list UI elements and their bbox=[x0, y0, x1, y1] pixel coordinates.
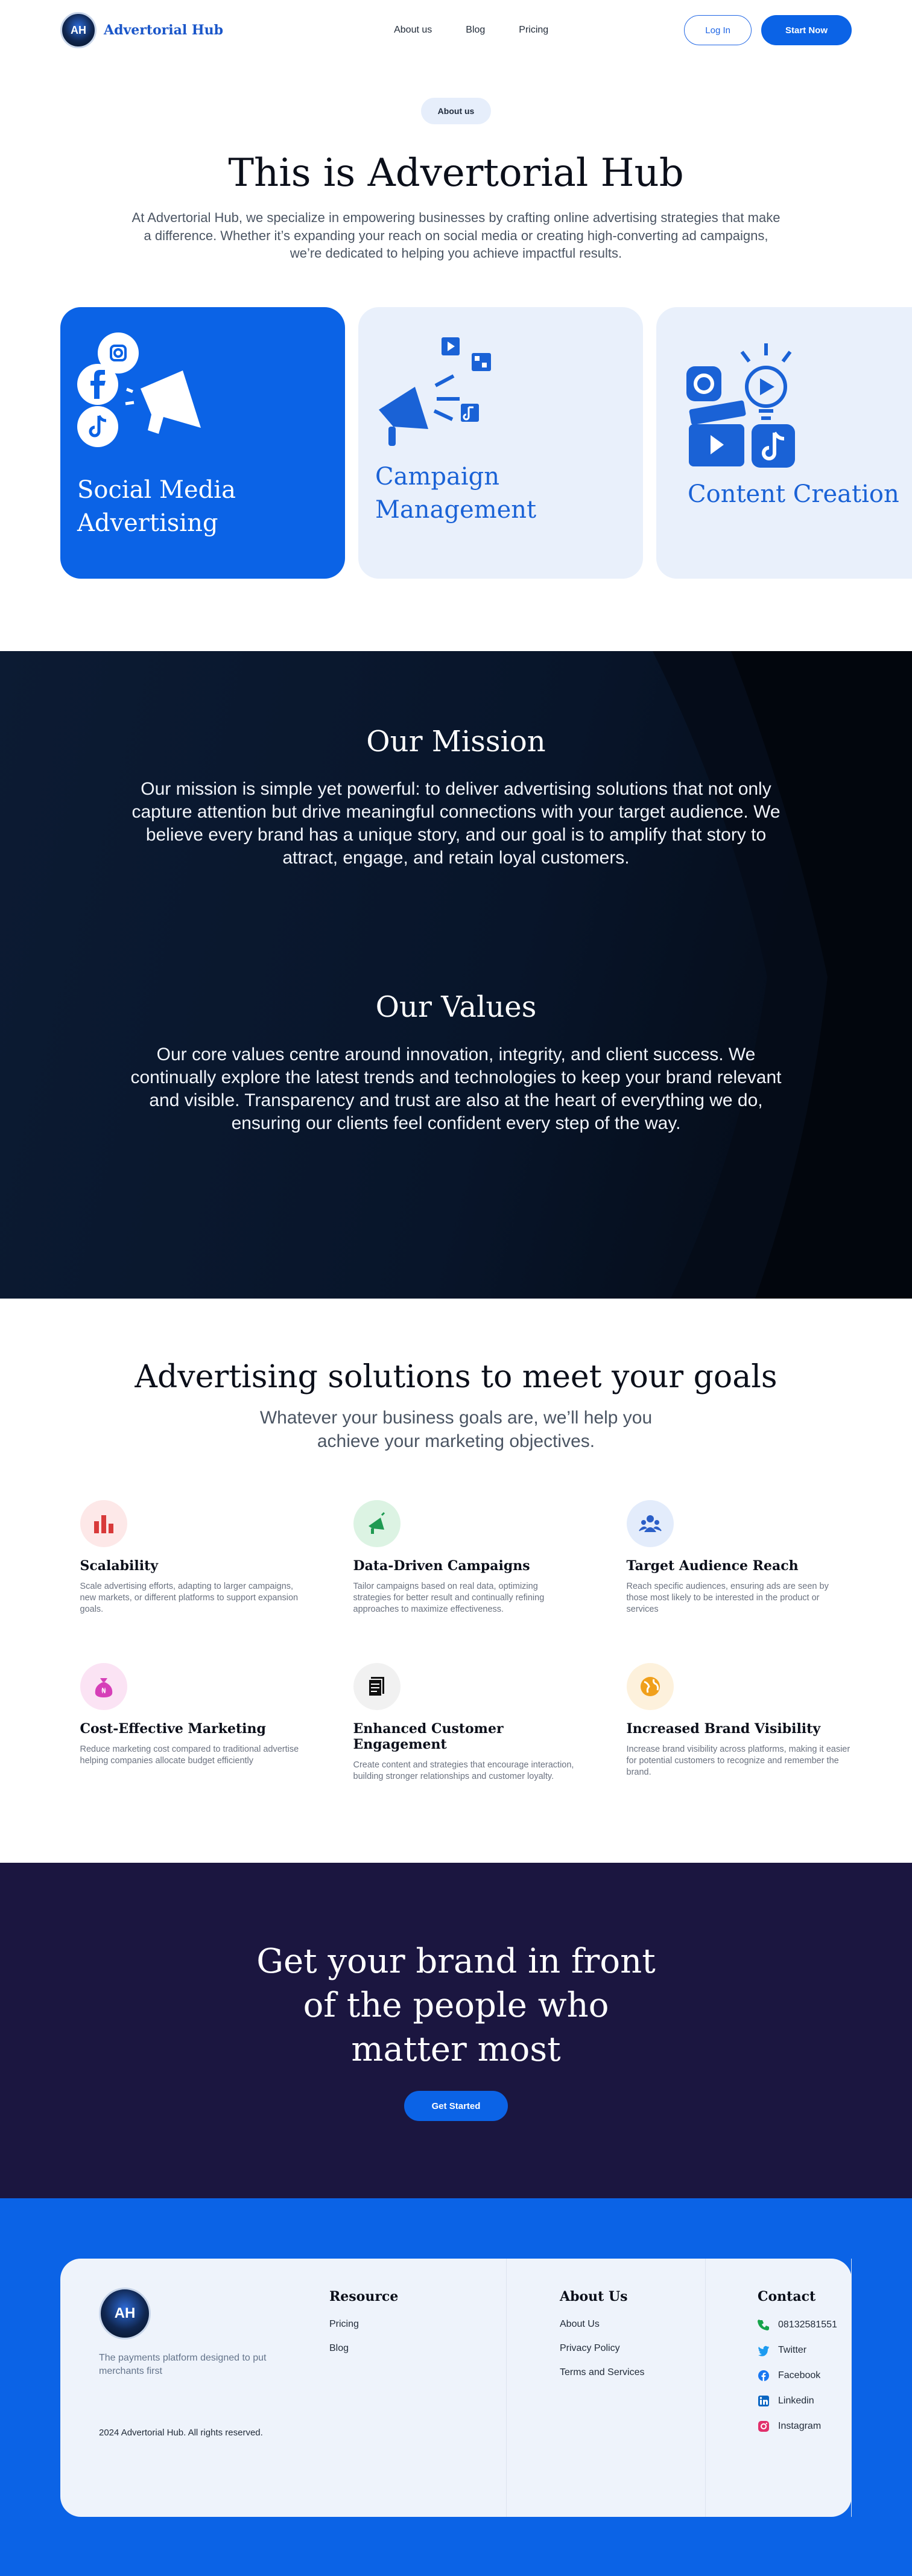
cta-section: Get your brand in front of the people wh… bbox=[0, 1863, 912, 2199]
mission-title: Our Mission bbox=[366, 725, 546, 759]
page-title: This is Advertorial Hub bbox=[228, 151, 684, 196]
service-card-campaign[interactable]: Campaign Management bbox=[358, 307, 643, 579]
contact-linkedin[interactable]: Linkedin bbox=[758, 2395, 851, 2407]
feature-card: ₦ Cost-Effective Marketing Reduce market… bbox=[80, 1663, 305, 1796]
top-nav: AH Advertorial Hub About us Blog Pricing… bbox=[0, 0, 912, 60]
contact-facebook-label: Facebook bbox=[778, 2370, 821, 2381]
feature-card: Data-Driven Campaigns Tailor campaigns b… bbox=[353, 1500, 578, 1633]
service-card-social-media[interactable]: Social Media Advertising bbox=[60, 307, 345, 579]
campaign-megaphone-icon bbox=[379, 337, 491, 447]
services-carousel[interactable]: Social Media Advertising Campaign Manage… bbox=[0, 307, 912, 579]
globe-icon bbox=[626, 1663, 674, 1711]
bar-chart-icon bbox=[80, 1500, 127, 1548]
footer-tagline: The payments platform designed to put me… bbox=[99, 2353, 267, 2376]
feature-title: Cost-Effective Marketing bbox=[80, 1721, 266, 1737]
contact-twitter[interactable]: Twitter bbox=[758, 2344, 851, 2356]
about-pill: About us bbox=[420, 98, 492, 124]
feature-desc: Scale advertising efforts, adapting to l… bbox=[80, 1582, 299, 1614]
footer-card: AH The payments platform designed to put… bbox=[60, 2259, 852, 2517]
footer-logo: AH bbox=[99, 2288, 151, 2340]
mission-text: Our mission is simple yet powerful: to d… bbox=[131, 779, 781, 868]
footer-link-blog[interactable]: Blog bbox=[329, 2343, 506, 2354]
feature-title: Enhanced Customer Engagement bbox=[353, 1721, 504, 1753]
service-title: Social Media Advertising bbox=[77, 476, 236, 538]
solutions-title: Advertising solutions to meet your goals bbox=[135, 1359, 777, 1396]
feature-card: Enhanced Customer Engagement Create cont… bbox=[353, 1663, 578, 1796]
footer-about-title: About Us bbox=[560, 2289, 628, 2305]
footer-about-col: About Us About Us Privacy Policy Terms a… bbox=[507, 2259, 706, 2517]
hero-description: At Advertorial Hub, we specialize in emp… bbox=[131, 210, 781, 261]
footer-link-terms[interactable]: Terms and Services bbox=[560, 2367, 705, 2378]
megaphone-icon bbox=[353, 1500, 401, 1548]
contact-facebook[interactable]: Facebook bbox=[758, 2370, 851, 2382]
values-block: Our Values Our core values centre around… bbox=[0, 990, 912, 1135]
footer-brand-col: AH The payments platform designed to put… bbox=[60, 2259, 314, 2517]
contact-phone-label: 08132581551 bbox=[778, 2320, 837, 2330]
nav-link-blog[interactable]: Blog bbox=[466, 25, 485, 36]
feature-card: Scalability Scale advertising efforts, a… bbox=[80, 1500, 305, 1633]
service-card-content[interactable]: Content Creation bbox=[656, 307, 912, 579]
phone-icon bbox=[758, 2320, 769, 2331]
money-bag-icon: ₦ bbox=[80, 1663, 127, 1711]
features-grid: Scalability Scale advertising efforts, a… bbox=[71, 1500, 850, 1796]
footer-link-about-us[interactable]: About Us bbox=[560, 2319, 705, 2330]
hero-section: About us This is Advertorial Hub At Adve… bbox=[0, 60, 912, 262]
contact-phone[interactable]: 08132581551 bbox=[758, 2319, 851, 2331]
footer-resource-col: Resource Pricing Blog bbox=[314, 2259, 507, 2517]
login-button[interactable]: Log In bbox=[684, 15, 752, 45]
footer-link-pricing[interactable]: Pricing bbox=[329, 2319, 506, 2330]
contact-instagram-label: Instagram bbox=[778, 2421, 822, 2432]
audience-icon bbox=[626, 1500, 674, 1548]
brand[interactable]: AH Advertorial Hub bbox=[60, 12, 223, 48]
feature-desc: Reduce marketing cost compared to tradit… bbox=[80, 1744, 299, 1766]
copyright: 2024 Advertorial Hub. All rights reserve… bbox=[99, 2428, 263, 2438]
footer: AH The payments platform designed to put… bbox=[0, 2198, 912, 2576]
facebook-icon bbox=[758, 2370, 769, 2382]
feature-title: Increased Brand Visibility bbox=[626, 1721, 821, 1737]
content-creation-icon bbox=[686, 343, 795, 468]
document-icon bbox=[353, 1663, 401, 1711]
instagram-icon bbox=[758, 2421, 769, 2432]
mission-section: Our Mission Our mission is simple yet po… bbox=[0, 651, 912, 1299]
nav-link-about-us[interactable]: About us bbox=[394, 25, 432, 36]
feature-title: Target Audience Reach bbox=[626, 1558, 799, 1574]
mission-block: Our Mission Our mission is simple yet po… bbox=[0, 725, 912, 870]
linkedin-icon bbox=[758, 2396, 769, 2407]
twitter-icon bbox=[758, 2345, 769, 2356]
footer-contact-col: Contact 08132581551 Twitter Facebook Lin… bbox=[706, 2259, 852, 2517]
footer-link-privacy[interactable]: Privacy Policy bbox=[560, 2343, 705, 2354]
get-started-button[interactable]: Get Started bbox=[404, 2091, 508, 2122]
nav-link-pricing[interactable]: Pricing bbox=[519, 25, 548, 36]
logo: AH bbox=[60, 12, 97, 48]
solutions-section: Advertising solutions to meet your goals… bbox=[0, 1299, 912, 1863]
footer-contact-title: Contact bbox=[758, 2289, 816, 2305]
cta-title: Get your brand in front of the people wh… bbox=[256, 1942, 656, 2069]
feature-card: Increased Brand Visibility Increase bran… bbox=[626, 1663, 852, 1796]
social-media-megaphone-icon bbox=[77, 332, 201, 448]
feature-desc: Reach specific audiences, ensuring ads a… bbox=[626, 1582, 829, 1614]
service-title: Campaign Management bbox=[375, 463, 537, 524]
nav-actions: Log In Start Now bbox=[684, 15, 852, 45]
contact-twitter-label: Twitter bbox=[778, 2345, 807, 2356]
feature-title: Data-Driven Campaigns bbox=[353, 1558, 530, 1574]
solutions-subtitle: Whatever your business goals are, we’ll … bbox=[259, 1408, 653, 1452]
contact-instagram[interactable]: Instagram bbox=[758, 2420, 851, 2432]
feature-title: Scalability bbox=[80, 1558, 159, 1574]
brand-name: Advertorial Hub bbox=[104, 22, 224, 38]
footer-resource-title: Resource bbox=[329, 2289, 399, 2305]
svg-text:₦: ₦ bbox=[101, 1687, 106, 1695]
values-text: Our core values centre around innovation… bbox=[130, 1045, 782, 1134]
contact-linkedin-label: Linkedin bbox=[778, 2396, 814, 2406]
feature-desc: Create content and strategies that encou… bbox=[353, 1760, 574, 1781]
service-title: Content Creation bbox=[688, 480, 899, 509]
values-title: Our Values bbox=[375, 990, 537, 1025]
feature-desc: Increase brand visibility across platfor… bbox=[626, 1744, 850, 1777]
feature-desc: Tailor campaigns based on real data, opt… bbox=[353, 1582, 545, 1614]
feature-card: Target Audience Reach Reach specific aud… bbox=[626, 1500, 852, 1633]
start-now-button[interactable]: Start Now bbox=[761, 15, 852, 45]
nav-links: About us Blog Pricing bbox=[394, 25, 548, 36]
